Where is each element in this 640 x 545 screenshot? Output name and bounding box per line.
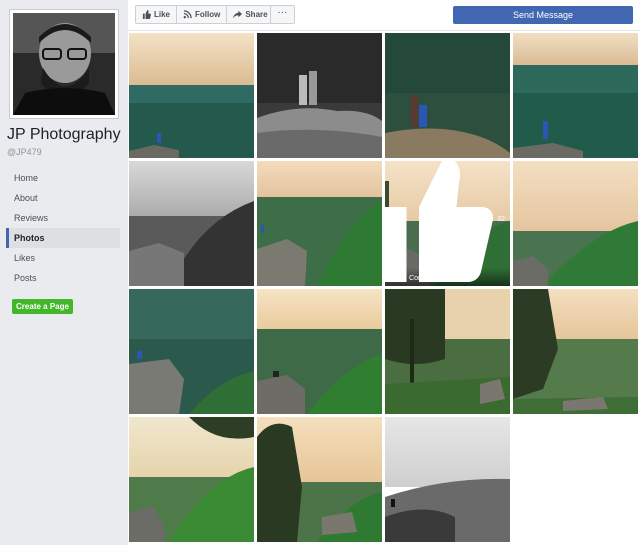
photo-tile[interactable]: [257, 33, 382, 158]
photo-image: [129, 33, 254, 158]
sidebar-item-about[interactable]: About: [6, 188, 120, 208]
photo-image: [257, 289, 382, 414]
sidebar-item-photos[interactable]: Photos: [6, 228, 120, 248]
photo-image: [129, 289, 254, 414]
like-button[interactable]: Like: [136, 6, 178, 23]
create-page-button[interactable]: Create a Page: [12, 299, 73, 314]
photo-tile[interactable]: Like · Comment 32: [385, 161, 510, 286]
rss-icon: [183, 10, 192, 19]
page-sidebar: JP Photography @JP479 Home About Reviews…: [0, 0, 128, 545]
photo-tile[interactable]: [513, 33, 638, 158]
photo-image: [513, 33, 638, 158]
photo-tile[interactable]: [129, 289, 254, 414]
photo-image: [385, 417, 510, 542]
photo-tile[interactable]: [385, 417, 510, 542]
photo-tile[interactable]: [385, 289, 510, 414]
send-message-button[interactable]: Send Message: [453, 6, 633, 24]
photo-tile[interactable]: [513, 161, 638, 286]
photo-tile[interactable]: [257, 289, 382, 414]
photo-image: [513, 161, 638, 286]
share-button[interactable]: Share: [227, 6, 273, 23]
photo-tile[interactable]: [257, 161, 382, 286]
follow-button-label: Follow: [195, 10, 221, 19]
thumbs-up-icon: [385, 161, 494, 282]
main-content: Like Follow Share ··· Send Message Like …: [128, 0, 640, 545]
photo-image: [129, 417, 254, 542]
sidebar-item-home[interactable]: Home: [6, 168, 120, 188]
photo-tile[interactable]: [129, 417, 254, 542]
photo-image: [257, 417, 382, 542]
sidebar-item-reviews[interactable]: Reviews: [6, 208, 120, 228]
photo-tile[interactable]: [513, 289, 638, 414]
more-options-button[interactable]: ···: [270, 5, 295, 24]
page-action-bar: Like Follow Share ··· Send Message: [128, 0, 640, 31]
share-button-label: Share: [245, 10, 268, 19]
photo-like-count: 32: [385, 161, 505, 282]
photo-image: [385, 33, 510, 158]
share-arrow-icon: [233, 10, 243, 19]
sidebar-item-posts[interactable]: Posts: [6, 268, 120, 288]
photo-tile[interactable]: [129, 161, 254, 286]
photo-image: [129, 161, 254, 286]
photo-tile[interactable]: [257, 417, 382, 542]
photo-tile[interactable]: [385, 33, 510, 158]
profile-avatar-icon: [13, 13, 115, 115]
photo-image: [385, 289, 510, 414]
photo-image: [513, 289, 638, 414]
photo-tile[interactable]: [129, 33, 254, 158]
like-count-value: 32: [497, 216, 505, 223]
page-handle[interactable]: @JP479: [7, 147, 42, 157]
photo-image: [257, 33, 382, 158]
follow-button[interactable]: Follow: [177, 6, 228, 23]
action-button-group: Like Follow Share: [135, 5, 275, 24]
like-button-label: Like: [154, 10, 171, 19]
photo-image: [257, 161, 382, 286]
page-title[interactable]: JP Photography: [7, 126, 121, 144]
profile-picture[interactable]: [9, 9, 119, 119]
thumbs-up-icon: [142, 10, 151, 19]
photo-hover-overlay: Like · Comment 32: [385, 161, 510, 286]
sidebar-item-likes[interactable]: Likes: [6, 248, 120, 268]
sidebar-nav: Home About Reviews Photos Likes Posts: [6, 168, 120, 288]
